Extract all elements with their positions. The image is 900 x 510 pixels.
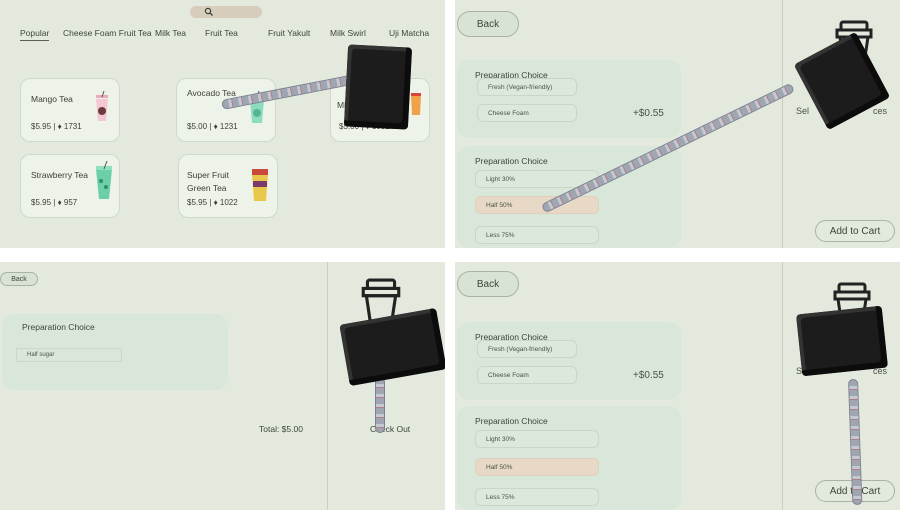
drink-icon — [411, 93, 421, 115]
product-name: Super Fruit Green Tea — [187, 170, 230, 193]
option-cheese-foam[interactable]: Cheese Foam — [477, 366, 577, 384]
product-card[interactable]: Super Fruit Green Tea $5.95 | ♦ 1022 — [178, 154, 278, 218]
stylus-rod — [375, 377, 385, 433]
option-price: +$0.55 — [633, 370, 664, 381]
tab-milk-swirl[interactable]: Milk Swirl — [330, 28, 366, 38]
price: $5.95 — [31, 122, 52, 131]
drink-icon — [96, 161, 112, 199]
back-button[interactable]: Back — [0, 272, 38, 286]
cart-screen: Back Preparation Choice Half sugar Total… — [0, 262, 445, 510]
drink-detail-screen: Back Preparation Choice Fresh (Vegan-fri… — [455, 262, 900, 510]
add-to-cart-button[interactable]: Add to Cart — [815, 220, 895, 242]
cart-sidebar: Sel ces Add to Cart — [782, 0, 900, 248]
tab-popular[interactable]: Popular — [20, 28, 50, 41]
section-heading: Preparation Choice — [475, 156, 548, 166]
option-cheese-foam[interactable]: Cheese Foam — [477, 104, 577, 122]
product-name: Strawberry Tea — [31, 170, 89, 180]
price: $5.95 — [187, 198, 208, 207]
cart-sidebar: Sel ces Add to Cart — [782, 262, 900, 510]
preparation-section: Preparation Choice Fresh (Vegan-friendly… — [457, 60, 681, 138]
back-button[interactable]: Back — [457, 271, 519, 297]
option-half[interactable]: Half 50% — [475, 196, 599, 214]
like-icon: | ♦ — [53, 198, 64, 207]
cart-total: Total: $5.00 — [259, 424, 303, 434]
option-price: +$0.55 — [633, 108, 664, 119]
sidebar-text-left: Sel — [796, 106, 810, 116]
price: $5.00 — [187, 122, 208, 131]
order-summary-section: Preparation Choice Half sugar — [2, 314, 228, 390]
preparation-section: Preparation Choice Light 30% Half 50% Le… — [457, 406, 681, 510]
option-less[interactable]: Less 75% — [475, 488, 599, 506]
cart-sidebar — [327, 262, 445, 510]
search-icon — [204, 7, 213, 16]
tab-uji-matcha[interactable]: Uji Matcha — [389, 28, 429, 38]
section-heading: Preparation Choice — [22, 322, 95, 332]
option-light[interactable]: Light 30% — [475, 430, 599, 448]
like-icon: | ♦ — [209, 198, 220, 207]
drink-detail-screen: Back Preparation Choice Fresh (Vegan-fri… — [455, 0, 900, 248]
back-button[interactable]: Back — [457, 11, 519, 37]
tab-fruit-tea[interactable]: Fruit Tea — [205, 28, 238, 38]
option-half[interactable]: Half 50% — [475, 458, 599, 476]
option-fresh[interactable]: Fresh (Vegan-friendly) — [477, 340, 577, 358]
category-tabs: Popular Cheese Foam Fruit Tea Milk Tea F… — [0, 28, 445, 46]
stylus-head — [795, 305, 889, 377]
price-likes: $5.95 | ♦ 1022 — [187, 198, 238, 207]
price: $5.95 — [31, 198, 52, 207]
product-card[interactable]: Mango Tea $5.95 | ♦ 1731 — [20, 78, 120, 142]
product-name: Mango Tea — [31, 94, 73, 104]
like-count: 1022 — [219, 198, 238, 207]
like-count: 957 — [63, 198, 78, 207]
sidebar-text-right: ces — [873, 106, 888, 116]
section-heading: Preparation Choice — [475, 416, 548, 426]
search-bar[interactable] — [190, 6, 262, 18]
price-likes: $5.95 | ♦ 957 — [31, 198, 77, 207]
drink-icon — [252, 169, 268, 201]
product-card[interactable]: Strawberry Tea $5.95 | ♦ 957 — [20, 154, 120, 218]
like-icon: | ♦ — [209, 122, 220, 131]
option-less[interactable]: Less 75% — [475, 226, 599, 244]
product-card[interactable]: Avocado Tea $5.00 | ♦ 1231 — [176, 78, 276, 142]
tab-milk-tea[interactable]: Milk Tea — [155, 28, 186, 38]
price-likes: $5.95 | ♦ 1731 — [31, 122, 82, 131]
menu-screen: Popular Cheese Foam Fruit Tea Milk Tea F… — [0, 0, 445, 248]
like-count: 1231 — [219, 122, 238, 131]
like-icon: | ♦ — [53, 122, 64, 131]
tab-fruit-yakult[interactable]: Fruit Yakult — [268, 28, 310, 38]
preparation-section: Preparation Choice Fresh (Vegan-friendly… — [457, 322, 681, 400]
like-count: 1731 — [63, 122, 82, 131]
price-likes: $5.00 | ♦ 1231 — [187, 122, 238, 131]
order-item: Half sugar — [16, 348, 122, 362]
tab-cheese-foam-fruit-tea[interactable]: Cheese Foam Fruit Tea — [63, 28, 152, 38]
option-fresh[interactable]: Fresh (Vegan-friendly) — [477, 78, 577, 96]
stylus-head — [343, 44, 413, 130]
drink-icon — [96, 91, 108, 121]
